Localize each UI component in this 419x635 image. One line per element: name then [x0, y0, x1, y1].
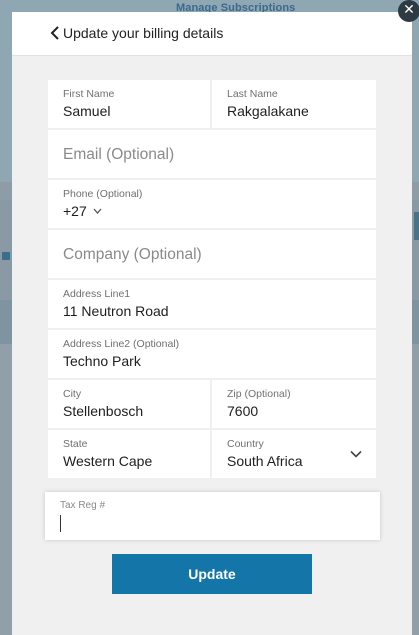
country-select[interactable]: Country South Africa	[212, 430, 376, 478]
zip-value[interactable]: 7600	[227, 403, 258, 419]
first-name-value[interactable]: Samuel	[63, 103, 110, 119]
address-line1-value[interactable]: 11 Neutron Road	[63, 303, 169, 319]
company-field[interactable]: Company (Optional)	[48, 230, 376, 278]
phone-label: Phone (Optional)	[63, 188, 143, 200]
last-name-field[interactable]: Last Name Rakgalakane	[212, 80, 376, 128]
email-field[interactable]: Email (Optional)	[48, 130, 376, 178]
billing-details-modal: Update your billing details First Name S…	[12, 12, 412, 635]
state-field[interactable]: State Western Cape	[48, 430, 210, 478]
chevron-down-icon[interactable]	[350, 450, 362, 458]
last-name-value[interactable]: Rakgalakane	[227, 103, 309, 119]
last-name-label: Last Name	[227, 88, 278, 100]
modal-title: Update your billing details	[63, 25, 224, 41]
zip-label: Zip (Optional)	[227, 388, 291, 400]
state-value[interactable]: Western Cape	[63, 453, 152, 469]
update-button[interactable]: Update	[112, 554, 312, 594]
country-label: Country	[227, 438, 264, 450]
modal-header: Update your billing details	[12, 12, 412, 56]
tax-reg-label: Tax Reg #	[60, 500, 106, 511]
city-value[interactable]: Stellenbosch	[63, 403, 143, 419]
city-field[interactable]: City Stellenbosch	[48, 380, 210, 428]
first-name-label: First Name	[63, 88, 115, 100]
city-label: City	[63, 388, 82, 400]
country-value: South Africa	[227, 453, 303, 469]
background-icon	[2, 252, 10, 260]
zip-field[interactable]: Zip (Optional) 7600	[212, 380, 376, 428]
address-line2-field[interactable]: Address Line2 (Optional) Techno Park	[48, 330, 376, 378]
chevron-left-icon[interactable]	[49, 24, 63, 42]
address-line2-label: Address Line2 (Optional)	[63, 338, 180, 350]
tax-reg-field[interactable]: Tax Reg #	[45, 492, 380, 540]
address-line1-label: Address Line1	[63, 288, 131, 300]
first-name-field[interactable]: First Name Samuel	[48, 80, 210, 128]
close-icon[interactable]: ✕	[398, 0, 419, 22]
text-cursor	[60, 515, 61, 532]
company-placeholder: Company (Optional)	[63, 246, 202, 263]
background-indicator	[414, 212, 419, 240]
address-line2-value[interactable]: Techno Park	[63, 353, 141, 369]
phone-code-value: +27	[63, 203, 87, 219]
chevron-down-icon	[93, 208, 102, 214]
email-placeholder: Email (Optional)	[63, 146, 175, 163]
phone-country-code[interactable]: +27	[63, 203, 102, 219]
address-line1-field[interactable]: Address Line1 11 Neutron Road	[48, 280, 376, 328]
state-label: State	[63, 438, 88, 450]
phone-field[interactable]: Phone (Optional) +27	[48, 180, 376, 228]
